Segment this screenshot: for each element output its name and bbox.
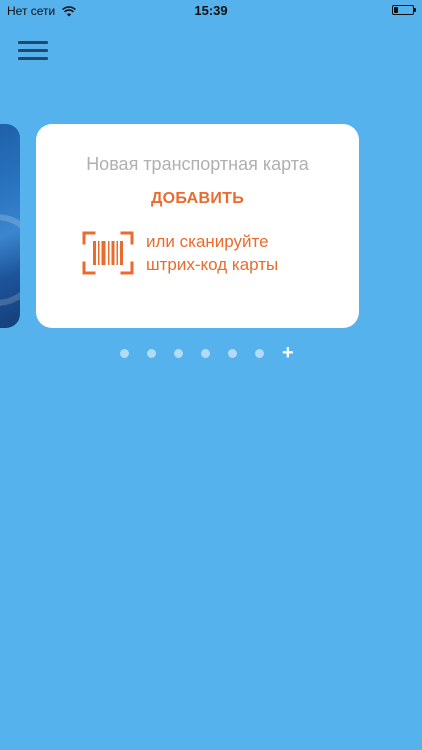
add-page-icon[interactable]: + bbox=[282, 343, 294, 363]
page-dot[interactable] bbox=[201, 348, 210, 358]
scan-barcode-button[interactable]: или сканируйте штрих-код карты bbox=[82, 230, 278, 276]
scan-text-line2: штрих-код карты bbox=[146, 255, 279, 274]
page-dot[interactable] bbox=[174, 348, 183, 358]
battery-icon bbox=[392, 5, 416, 15]
page-dot[interactable] bbox=[147, 348, 156, 358]
hamburger-menu-icon[interactable] bbox=[18, 39, 48, 63]
scan-text-line1: или сканируйте bbox=[146, 232, 269, 251]
battery-level bbox=[394, 7, 398, 13]
add-card-button[interactable]: ДОБАВИТЬ bbox=[36, 190, 359, 208]
status-bar: Нет сети 15:39 bbox=[0, 0, 422, 22]
page-indicator: + bbox=[120, 343, 294, 363]
previous-card[interactable] bbox=[0, 124, 20, 328]
scan-text: или сканируйте штрих-код карты bbox=[146, 230, 278, 276]
page-dot[interactable] bbox=[255, 348, 264, 358]
add-card-title: Новая транспортная карта bbox=[86, 154, 309, 174]
barcode-scan-icon bbox=[82, 231, 134, 275]
status-time: 15:39 bbox=[194, 3, 228, 18]
add-card-panel: Новая транспортная карта ДОБАВИТЬ или ск… bbox=[36, 124, 359, 328]
page-dot[interactable] bbox=[228, 348, 237, 358]
page-dot[interactable] bbox=[120, 348, 129, 358]
